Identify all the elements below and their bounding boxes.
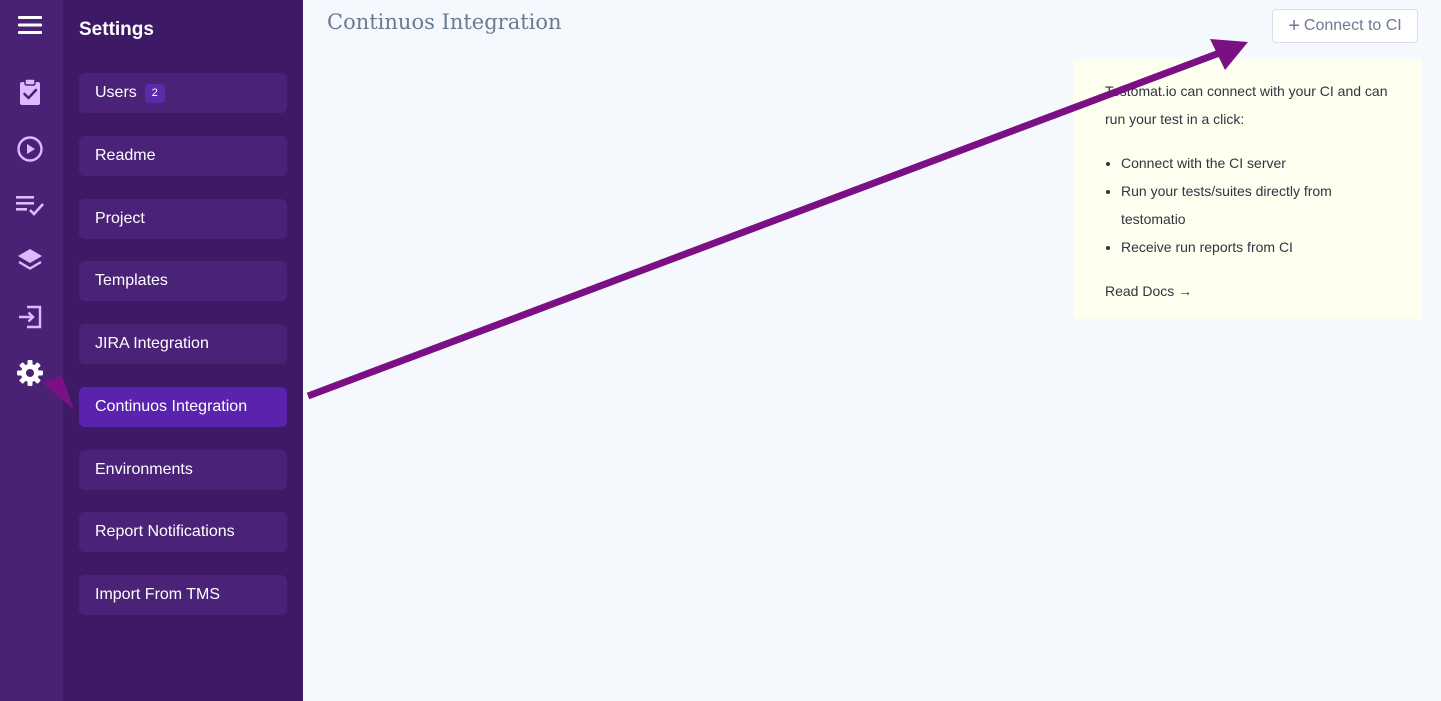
icon-rail	[0, 0, 63, 701]
sidebar-item-environments[interactable]: Environments	[79, 450, 287, 490]
sidebar-item-label: Templates	[95, 272, 168, 289]
sidebar-item-label: Report Notifications	[95, 523, 235, 540]
layers-icon[interactable]	[14, 244, 46, 276]
clipboard-check-icon[interactable]	[14, 76, 46, 108]
sidebar-item-jira-integration[interactable]: JIRA Integration	[79, 324, 287, 364]
sidebar-item-import-from-tms[interactable]: Import From TMS	[79, 575, 287, 615]
info-bullet: Run your tests/suites directly from test…	[1121, 177, 1390, 233]
users-count-badge: 2	[144, 83, 165, 103]
sidebar-item-users[interactable]: Users 2	[79, 73, 287, 113]
plus-icon: +	[1288, 15, 1300, 37]
sidebar-item-label: Users	[95, 84, 137, 101]
hamburger-menu-icon[interactable]	[14, 9, 46, 41]
sidebar-item-label: Readme	[95, 147, 156, 164]
import-icon[interactable]	[14, 301, 46, 333]
sidebar-item-label: Project	[95, 210, 145, 227]
play-circle-icon[interactable]	[14, 133, 46, 165]
page-title: Continuos Integration	[327, 10, 562, 34]
sidebar-item-report-notifications[interactable]: Report Notifications	[79, 512, 287, 552]
sidebar-item-continuous-integration[interactable]: Continuos Integration	[79, 387, 287, 427]
sidebar-item-label: Import From TMS	[95, 586, 221, 603]
sidebar-item-templates[interactable]: Templates	[79, 261, 287, 301]
sidebar-item-label: JIRA Integration	[95, 335, 209, 352]
info-bullet: Connect with the CI server	[1121, 149, 1390, 177]
sidebar-title: Settings	[79, 19, 154, 40]
main-content: Continuos Integration + Connect to CI Te…	[303, 0, 1441, 701]
sidebar-item-readme[interactable]: Readme	[79, 136, 287, 176]
sidebar-item-project[interactable]: Project	[79, 199, 287, 239]
info-intro: Testomat.io can connect with your CI and…	[1105, 83, 1388, 127]
connect-to-ci-button[interactable]: + Connect to CI	[1272, 9, 1418, 43]
info-bullet: Receive run reports from CI	[1121, 233, 1390, 261]
sidebar-item-label: Continuos Integration	[95, 398, 248, 415]
read-docs-link[interactable]: Read Docs →	[1105, 277, 1192, 305]
info-bullet-list: Connect with the CI server Run your test…	[1105, 149, 1390, 261]
ci-info-panel: Testomat.io can connect with your CI and…	[1073, 59, 1422, 319]
settings-sidebar: Settings Users 2 Readme Project Template…	[63, 0, 303, 701]
sidebar-item-label: Environments	[95, 461, 193, 478]
gear-icon[interactable]	[14, 357, 46, 389]
checklist-icon[interactable]	[14, 189, 46, 221]
connect-button-label: Connect to CI	[1303, 17, 1402, 34]
